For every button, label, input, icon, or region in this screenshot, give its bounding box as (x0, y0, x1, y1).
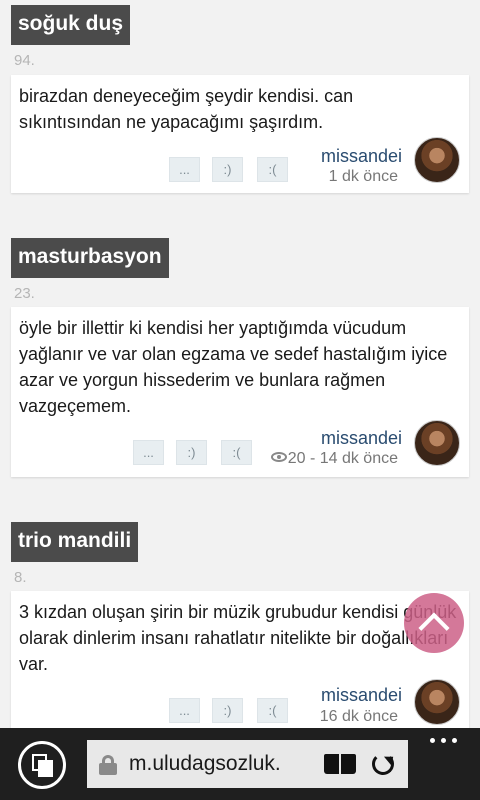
entry-content: 3 kızdan oluşan şirin bir müzik grubudur… (19, 602, 457, 674)
eye-icon (270, 452, 287, 462)
entry-card: 3 kızdan oluşan şirin bir müzik grubudur… (11, 591, 469, 728)
entry-title[interactable]: trio mandili (11, 522, 139, 562)
entry-card: öyle bir illettir ki kendisi her yaptığı… (11, 307, 469, 477)
author-link[interactable]: missandei (321, 146, 402, 167)
author-link[interactable]: missandei (321, 685, 402, 706)
scroll-to-top-button[interactable] (404, 593, 464, 653)
url-text[interactable]: m.uludagsozluk. (129, 752, 317, 776)
page-content: soğuk duş 94. birazdan deneyeceğim şeydi… (0, 0, 480, 728)
vote-dislike-button[interactable]: :( (257, 698, 288, 723)
entry-content: öyle bir illettir ki kendisi her yaptığı… (19, 318, 448, 416)
author-link[interactable]: missandei (321, 428, 402, 449)
vote-like-button[interactable]: :) (212, 157, 243, 182)
tabs-icon-front (38, 760, 53, 777)
browser-bottom-bar: m.uludagsozluk. (0, 728, 480, 800)
entry-number: 8. (14, 569, 27, 586)
entry-title[interactable]: masturbasyon (11, 238, 169, 278)
vote-more-button[interactable]: ... (169, 698, 200, 723)
vote-more-button[interactable]: ... (169, 157, 200, 182)
entry-title[interactable]: soğuk duş (11, 5, 131, 45)
view-count: 20 (287, 450, 306, 467)
entry-meta: 20 - 14 dk önce (270, 450, 398, 468)
address-bar[interactable]: m.uludagsozluk. (87, 740, 408, 788)
refresh-icon[interactable] (372, 753, 394, 775)
tabs-button[interactable] (18, 741, 66, 789)
entry-content: birazdan deneyeceğim şeydir kendisi. can… (19, 86, 354, 132)
lock-icon (99, 755, 117, 775)
vote-like-button[interactable]: :) (176, 440, 207, 465)
vote-dislike-button[interactable]: :( (221, 440, 252, 465)
vote-more-button[interactable]: ... (133, 440, 164, 465)
entry-timestamp: - 14 dk önce (305, 450, 398, 467)
entry-number: 94. (14, 52, 35, 69)
entry-card: birazdan deneyeceğim şeydir kendisi. can… (11, 75, 469, 193)
more-options-button[interactable] (430, 738, 458, 748)
reading-view-icon[interactable] (324, 754, 356, 776)
entry-number: 23. (14, 285, 35, 302)
vote-dislike-button[interactable]: :( (257, 157, 288, 182)
entry-timestamp: 16 dk önce (319, 708, 398, 725)
entry-timestamp: 1 dk önce (328, 168, 398, 185)
avatar[interactable] (414, 420, 460, 466)
vote-like-button[interactable]: :) (212, 698, 243, 723)
avatar[interactable] (414, 679, 460, 725)
avatar[interactable] (414, 137, 460, 183)
